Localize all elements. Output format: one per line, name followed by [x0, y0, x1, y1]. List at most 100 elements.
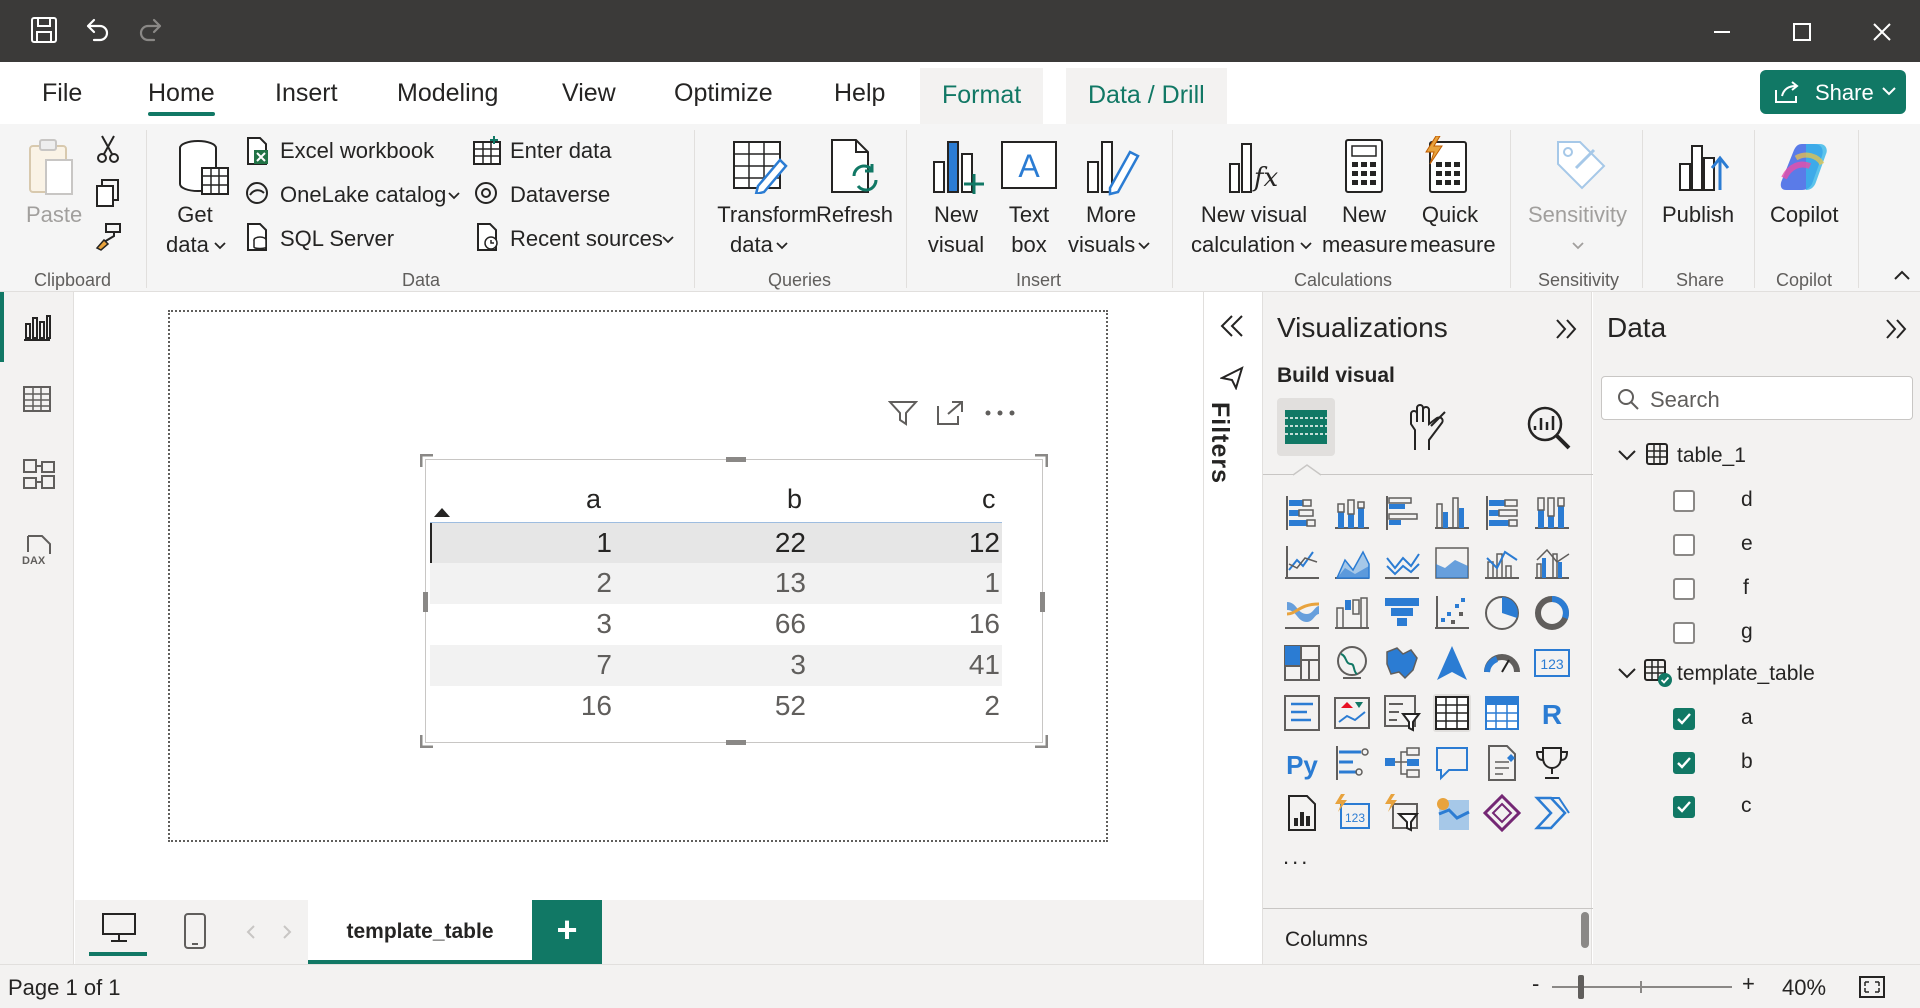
azure-map-icon[interactable]: [1433, 644, 1471, 682]
more-visuals-label-2[interactable]: visuals: [1068, 232, 1135, 258]
line-and-clustered-column-chart-icon[interactable]: [1533, 544, 1571, 582]
get-data-icon[interactable]: [176, 138, 232, 198]
new-measure-icon[interactable]: [1344, 138, 1384, 194]
card-icon[interactable]: 123: [1533, 644, 1571, 682]
donut-chart-icon[interactable]: [1533, 594, 1571, 632]
table-view-button[interactable]: [0, 364, 74, 434]
line-and-stacked-column-chart-icon[interactable]: [1483, 544, 1521, 582]
field-g[interactable]: g: [1741, 620, 1753, 644]
tab-data-drill[interactable]: Data / Drill: [1066, 68, 1227, 124]
tab-file[interactable]: File: [42, 76, 82, 116]
field-f[interactable]: f: [1743, 576, 1749, 600]
chevron-right-icon[interactable]: [281, 924, 293, 940]
field-checkbox-f[interactable]: [1673, 578, 1695, 600]
table-icon[interactable]: [1433, 694, 1471, 732]
report-page[interactable]: a b c 1 22 12 2 13 1 3 66 16 7 3 41 16 5…: [168, 310, 1108, 842]
add-page-button[interactable]: +: [532, 900, 602, 964]
multi-row-card-icon[interactable]: [1283, 694, 1321, 732]
field-c[interactable]: c: [1741, 794, 1752, 818]
tab-view[interactable]: View: [562, 76, 616, 116]
stacked-bar-chart-icon[interactable]: [1283, 494, 1321, 532]
redo-icon[interactable]: [136, 14, 168, 46]
collapse-pane-icon[interactable]: [1553, 318, 1579, 340]
treemap-icon[interactable]: [1283, 644, 1321, 682]
goals-trophy-icon[interactable]: [1533, 744, 1571, 782]
clustered-column-chart-icon[interactable]: [1433, 494, 1471, 532]
field-checkbox-b[interactable]: [1673, 752, 1695, 774]
table-row[interactable]: 3 66 16: [430, 604, 1002, 645]
more-options-icon[interactable]: [984, 408, 1016, 418]
tab-home[interactable]: Home: [148, 76, 215, 116]
field-b[interactable]: b: [1741, 750, 1753, 774]
excel-icon[interactable]: [244, 136, 270, 166]
onelake-icon[interactable]: [244, 180, 270, 206]
desktop-layout-button[interactable]: [89, 908, 147, 956]
enter-data-icon[interactable]: [472, 136, 502, 166]
new-visual-icon[interactable]: [930, 138, 986, 196]
build-visual-tab[interactable]: [1277, 398, 1335, 456]
chevron-down-icon[interactable]: [1617, 448, 1637, 462]
resize-handle[interactable]: [1034, 734, 1048, 748]
dax-query-view-button[interactable]: DAX: [0, 514, 74, 584]
page-tab-template-table[interactable]: template_table: [308, 900, 532, 964]
cut-icon[interactable]: [94, 134, 122, 164]
resize-handle[interactable]: [726, 457, 746, 462]
qa-icon[interactable]: [1433, 744, 1471, 782]
sql-server-label[interactable]: SQL Server: [280, 226, 394, 252]
tab-format[interactable]: Format: [920, 68, 1044, 124]
clustered-bar-chart-icon[interactable]: [1383, 494, 1421, 532]
column-header-c[interactable]: c: [982, 484, 996, 515]
save-icon[interactable]: [28, 14, 60, 46]
quick-measure-icon[interactable]: [1422, 136, 1470, 194]
onelake-label[interactable]: OneLake catalog: [280, 182, 446, 208]
table-row[interactable]: 2 13 1: [430, 563, 1002, 604]
field-checkbox-c[interactable]: [1673, 796, 1695, 818]
more-visuals-icon[interactable]: [1084, 138, 1140, 196]
tab-insert[interactable]: Insert: [275, 76, 338, 116]
refresh-label[interactable]: Refresh: [816, 202, 893, 228]
field-checkbox-g[interactable]: [1673, 622, 1695, 644]
table-name-table-1[interactable]: table_1: [1677, 444, 1746, 468]
power-apps-icon[interactable]: [1482, 793, 1522, 833]
power-automate-icon[interactable]: [1383, 794, 1421, 832]
recent-sources-icon[interactable]: [474, 222, 502, 252]
zoom-out-button[interactable]: -: [1532, 971, 1539, 997]
matrix-icon[interactable]: [1483, 694, 1521, 732]
slicer-icon[interactable]: [1383, 694, 1421, 732]
publish-icon[interactable]: [1676, 138, 1732, 194]
azure-maps-visual-icon[interactable]: [1433, 794, 1471, 832]
excel-workbook-label[interactable]: Excel workbook: [280, 138, 434, 164]
stacked-column-chart-icon[interactable]: [1333, 494, 1371, 532]
copilot-label[interactable]: Copilot: [1770, 202, 1838, 228]
new-visual-label-2[interactable]: visual: [926, 232, 986, 258]
table-row[interactable]: 1 22 12: [430, 522, 1002, 564]
model-view-button[interactable]: [0, 438, 74, 508]
column-header-a[interactable]: a: [586, 484, 601, 515]
resize-handle[interactable]: [420, 454, 434, 468]
new-visual-calculation-icon[interactable]: fx: [1226, 138, 1282, 196]
field-checkbox-a[interactable]: [1673, 708, 1695, 730]
scatter-chart-icon[interactable]: [1433, 594, 1471, 632]
chevron-down-icon[interactable]: [1617, 666, 1637, 680]
publish-label[interactable]: Publish: [1662, 202, 1734, 228]
resize-handle[interactable]: [1040, 592, 1045, 612]
new-visual-calc-label-2[interactable]: calculation: [1191, 232, 1295, 258]
sensitivity-icon[interactable]: [1554, 138, 1608, 192]
tab-help[interactable]: Help: [834, 76, 885, 116]
zoom-slider-thumb[interactable]: [1578, 975, 1584, 999]
zoom-in-button[interactable]: +: [1742, 971, 1755, 997]
sensitivity-label[interactable]: Sensitivity: [1528, 202, 1627, 228]
paste-icon[interactable]: [26, 138, 78, 198]
sql-server-icon[interactable]: [244, 222, 270, 252]
format-visual-icon[interactable]: [1405, 404, 1449, 452]
gauge-icon[interactable]: [1483, 644, 1521, 682]
copilot-icon[interactable]: [1776, 138, 1832, 194]
close-icon[interactable]: [1862, 12, 1902, 52]
transform-label-2[interactable]: data: [730, 232, 773, 258]
sort-ascending-icon[interactable]: [432, 506, 452, 518]
search-input[interactable]: Search: [1601, 376, 1913, 420]
dataverse-icon[interactable]: [472, 180, 502, 206]
zoom-level[interactable]: 40%: [1782, 975, 1826, 1001]
dataverse-label[interactable]: Dataverse: [510, 182, 610, 208]
funnel-icon[interactable]: [1383, 594, 1421, 632]
